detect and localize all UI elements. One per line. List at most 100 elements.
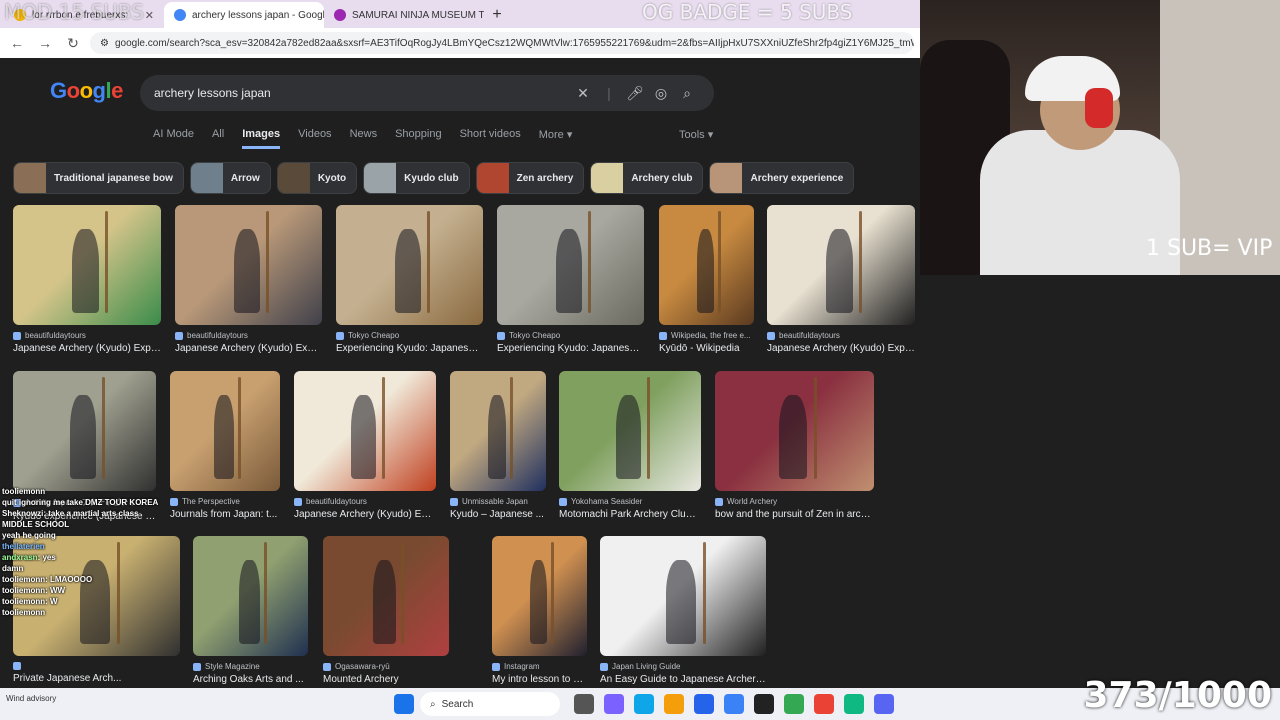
image-result[interactable]: Japan Living Guide An Easy Guide to Japan… — [600, 536, 766, 685]
result-title[interactable]: Motomachi Park Archery Club ... — [559, 509, 701, 520]
result-source[interactable]: Style Magazine — [193, 662, 308, 671]
related-chip[interactable]: Traditional japanese bow — [13, 162, 184, 194]
result-thumbnail[interactable] — [659, 205, 754, 325]
result-thumbnail[interactable] — [294, 371, 436, 491]
app-icon[interactable] — [724, 694, 744, 714]
image-result[interactable]: Tokyo Cheapo Experiencing Kyudo: Japanese… — [497, 205, 644, 354]
search-box[interactable]: archery lessons japan ✕ | 🎤︎ ◎ ⌕ — [140, 75, 714, 111]
result-source[interactable]: Tokyo Cheapo — [497, 331, 644, 340]
result-title[interactable]: Japanese Archery (Kyudo) Exp... — [294, 509, 436, 520]
filter-short-videos[interactable]: Short videos — [460, 128, 521, 149]
result-thumbnail[interactable] — [492, 536, 587, 656]
related-chip[interactable]: Arrow — [189, 162, 271, 194]
related-chip[interactable]: Kyoto — [276, 162, 358, 194]
result-thumbnail[interactable] — [175, 205, 322, 325]
result-source[interactable]: beautifuldaytours — [294, 497, 436, 506]
result-thumbnail[interactable] — [336, 205, 483, 325]
app-icon[interactable] — [604, 694, 624, 714]
result-source[interactable]: beautifuldaytours — [175, 331, 322, 340]
task-view-icon[interactable] — [574, 694, 594, 714]
result-source[interactable] — [13, 662, 180, 670]
image-result[interactable]: beautifuldaytours Japanese Archery (Kyudo… — [175, 205, 322, 354]
app-icon[interactable] — [844, 694, 864, 714]
related-chip[interactable]: Kyudo club — [363, 162, 470, 194]
site-info-icon[interactable]: ⚙ — [100, 38, 109, 49]
result-title[interactable]: Mounted Archery — [323, 674, 449, 685]
result-title[interactable]: Japanese Archery (Kyudo) Expe... — [13, 343, 161, 354]
result-source[interactable]: World Archery — [715, 497, 874, 506]
result-thumbnail[interactable] — [450, 371, 546, 491]
result-title[interactable]: An Easy Guide to Japanese Archery ... — [600, 674, 766, 685]
tab-3[interactable]: SAMURAI NINJA MUSEUM TOK ✕ — [324, 2, 484, 28]
result-source[interactable]: Instagram — [492, 662, 587, 671]
chrome-icon[interactable] — [814, 694, 834, 714]
filter-images[interactable]: Images — [242, 128, 281, 149]
image-result[interactable]: World Archery bow and the pursuit of Zen … — [715, 371, 874, 520]
image-result[interactable]: Tokyo Cheapo Experiencing Kyudo: Japanese… — [336, 205, 483, 354]
chrome-icon[interactable] — [784, 694, 804, 714]
close-tab-icon[interactable]: ✕ — [145, 9, 154, 22]
result-thumbnail[interactable] — [715, 371, 874, 491]
microphone-icon[interactable]: 🎤︎ — [622, 85, 648, 102]
result-title[interactable]: Experiencing Kyudo: Japanese ... — [497, 343, 644, 354]
result-source[interactable]: Yokohama Seasider — [559, 497, 701, 506]
reload-icon[interactable]: ↻ — [62, 32, 84, 54]
filter-shopping[interactable]: Shopping — [395, 128, 442, 149]
result-title[interactable]: Kyudo – Japanese ... — [450, 509, 546, 520]
google-logo[interactable]: Google — [50, 78, 123, 104]
result-thumbnail[interactable] — [767, 205, 915, 325]
image-result[interactable]: beautifuldaytours Japanese Archery (Kyudo… — [767, 205, 915, 354]
result-source[interactable]: beautifuldaytours — [767, 331, 915, 340]
clear-icon[interactable]: ✕ — [570, 85, 596, 102]
result-title[interactable]: Kyūdō - Wikipedia — [659, 343, 754, 354]
obs-icon[interactable] — [754, 694, 774, 714]
result-thumbnail[interactable] — [497, 205, 644, 325]
filter-more[interactable]: More ▾ — [539, 128, 573, 149]
related-chip[interactable]: Archery experience — [709, 162, 855, 194]
image-result[interactable]: Ogasawara-ryū Mounted Archery — [323, 536, 449, 685]
result-title[interactable]: My intro lesson to K... — [492, 674, 587, 685]
result-source[interactable]: Japan Living Guide — [600, 662, 766, 671]
new-tab-button[interactable]: + — [484, 2, 510, 28]
image-result[interactable]: Yokohama Seasider Motomachi Park Archery … — [559, 371, 701, 520]
related-chip[interactable]: Archery club — [590, 162, 704, 194]
result-title[interactable]: Japanese Archery (Kyudo) Expe... — [175, 343, 322, 354]
result-source[interactable]: beautifuldaytours — [13, 331, 161, 340]
related-chip[interactable]: Zen archery — [475, 162, 585, 194]
result-thumbnail[interactable] — [600, 536, 766, 656]
image-result[interactable]: Unmissable Japan Kyudo – Japanese ... — [450, 371, 546, 520]
search-icon[interactable]: ⌕ — [674, 85, 700, 102]
discord-icon[interactable] — [874, 694, 894, 714]
filter-all[interactable]: All — [212, 128, 224, 149]
result-source[interactable]: Tokyo Cheapo — [336, 331, 483, 340]
filter-news[interactable]: News — [350, 128, 378, 149]
file-explorer-icon[interactable] — [664, 694, 684, 714]
result-thumbnail[interactable] — [323, 536, 449, 656]
result-thumbnail[interactable] — [559, 371, 701, 491]
result-title[interactable]: Private Japanese Arch... — [13, 673, 180, 684]
result-thumbnail[interactable] — [170, 371, 280, 491]
weather-widget[interactable]: Wind advisory — [6, 694, 56, 703]
result-thumbnail[interactable] — [13, 371, 156, 491]
image-result[interactable]: beautifuldaytours Japanese Archery (Kyudo… — [294, 371, 436, 520]
result-title[interactable]: Arching Oaks Arts and ... — [193, 674, 308, 685]
lens-icon[interactable]: ◎ — [648, 85, 674, 102]
tab-2[interactable]: archery lessons japan - Google ✕ — [164, 2, 324, 28]
url-field[interactable]: ⚙ google.com/search?sca_esv=320842a782ed… — [90, 32, 914, 54]
taskbar-search[interactable]: ⌕ Search — [420, 692, 560, 716]
search-input[interactable]: archery lessons japan — [154, 86, 570, 100]
image-result[interactable]: Instagram My intro lesson to K... — [492, 536, 587, 685]
store-icon[interactable] — [694, 694, 714, 714]
result-source[interactable]: Ogasawara-ryū — [323, 662, 449, 671]
filter-videos[interactable]: Videos — [298, 128, 331, 149]
result-source[interactable]: Unmissable Japan — [450, 497, 546, 506]
back-arrow-icon[interactable]: ← — [6, 32, 28, 54]
image-result[interactable]: Wikipedia, the free e... Kyūdō - Wikipedi… — [659, 205, 754, 354]
result-source[interactable]: Wikipedia, the free e... — [659, 331, 754, 340]
image-result[interactable]: beautifuldaytours Japanese Archery (Kyudo… — [13, 205, 161, 354]
result-title[interactable]: Japanese Archery (Kyudo) Expe... — [767, 343, 915, 354]
result-title[interactable]: Experiencing Kyudo: Japanese ... — [336, 343, 483, 354]
tools-button[interactable]: Tools ▾ — [679, 128, 713, 141]
filter-ai-mode[interactable]: AI Mode — [153, 128, 194, 149]
result-thumbnail[interactable] — [13, 205, 161, 325]
